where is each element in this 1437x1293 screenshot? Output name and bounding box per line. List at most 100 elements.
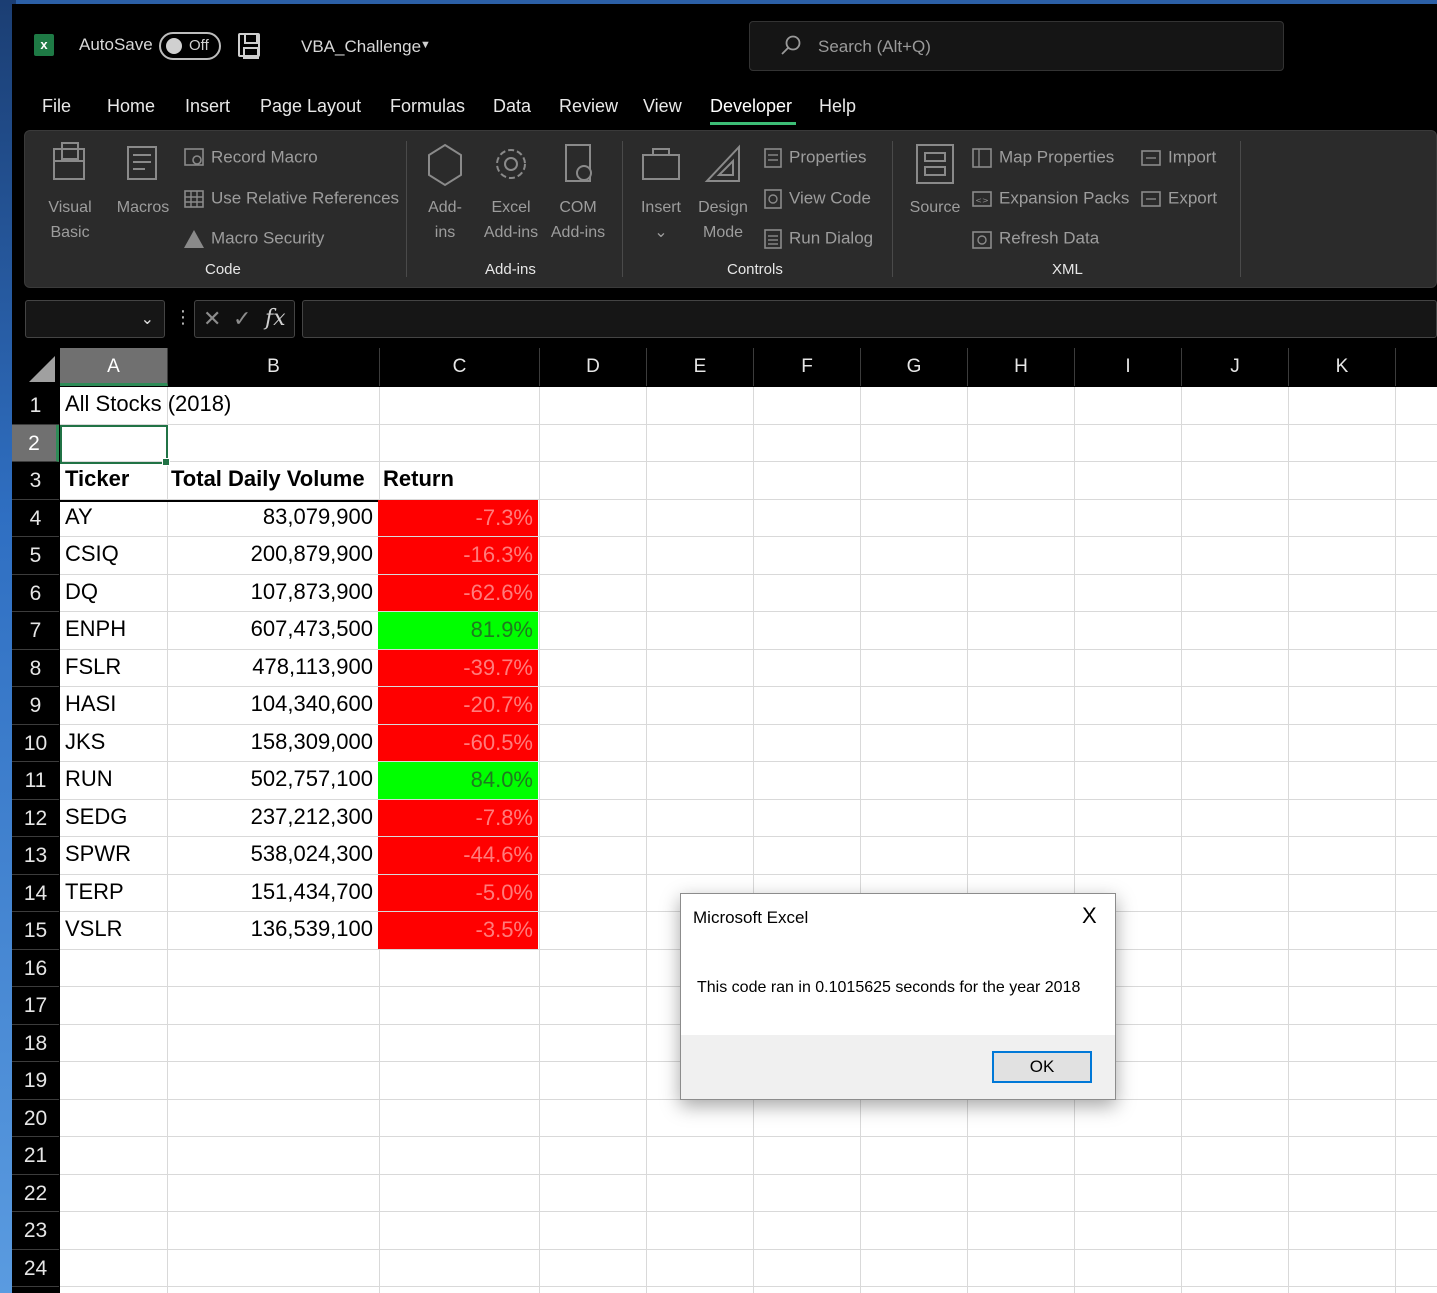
row-header-14[interactable]: 14 [12, 874, 59, 912]
name-box[interactable]: ⌄ [25, 300, 165, 338]
row-header-7[interactable]: 7 [12, 612, 59, 650]
cell-volume[interactable]: 478,113,900 [168, 654, 373, 680]
row-header-11[interactable]: 11 [12, 762, 59, 800]
cell-return[interactable]: 81.9% [378, 612, 538, 649]
header-ticker[interactable]: Ticker [65, 466, 129, 492]
chevron-down-icon[interactable]: ▼ [420, 39, 431, 51]
design-mode-button[interactable]: Design Mode [697, 141, 749, 245]
cell-ticker[interactable]: DQ [65, 579, 98, 605]
tab-view[interactable]: View [643, 96, 682, 117]
properties-button[interactable]: Properties [763, 147, 866, 169]
row-header-19[interactable]: 19 [12, 1062, 59, 1100]
tab-review[interactable]: Review [559, 96, 618, 117]
autosave-toggle[interactable]: Off [159, 32, 221, 60]
column-header-b[interactable]: B [168, 348, 380, 386]
cell-volume[interactable]: 136,539,100 [168, 916, 373, 942]
view-code-button[interactable]: View Code [763, 188, 871, 210]
row-header-18[interactable]: 18 [12, 1024, 59, 1062]
cell-ticker[interactable]: ENPH [65, 616, 126, 642]
column-header-h[interactable]: H [968, 348, 1075, 386]
record-macro-button[interactable]: Record Macro [183, 147, 318, 169]
map-properties-button[interactable]: Map Properties [971, 147, 1114, 169]
cell-ticker[interactable]: RUN [65, 766, 113, 792]
tab-home[interactable]: Home [107, 96, 155, 117]
cell-return[interactable]: -5.0% [378, 874, 538, 911]
tab-formulas[interactable]: Formulas [390, 96, 465, 117]
column-header-a[interactable]: A [60, 348, 168, 386]
row-header-21[interactable]: 21 [12, 1137, 59, 1175]
row-header-3[interactable]: 3 [12, 462, 59, 500]
import-button[interactable]: Import [1140, 147, 1216, 169]
cell-ticker[interactable]: VSLR [65, 916, 122, 942]
workbook-name[interactable]: VBA_Challenge [301, 37, 421, 57]
visual-basic-button[interactable]: Visual Basic [45, 141, 95, 245]
row-header-5[interactable]: 5 [12, 537, 59, 575]
cell-ticker[interactable]: HASI [65, 691, 116, 717]
formula-bar-resize-handle[interactable]: ⋮ [174, 307, 192, 328]
cell-volume[interactable]: 151,434,700 [168, 879, 373, 905]
source-button[interactable]: Source [905, 141, 965, 220]
cell-a1-title[interactable]: All Stocks (2018) [65, 391, 231, 417]
tab-data[interactable]: Data [493, 96, 531, 117]
row-header-24[interactable]: 24 [12, 1249, 59, 1287]
cell-ticker[interactable]: TERP [65, 879, 124, 905]
row-header-15[interactable]: 15 [12, 912, 59, 950]
enter-check-icon[interactable]: ✓ [233, 306, 251, 332]
cancel-icon[interactable]: ✕ [203, 306, 221, 332]
expansion-packs-button[interactable]: <> Expansion Packs [971, 188, 1129, 210]
cell-volume[interactable]: 104,340,600 [168, 691, 373, 717]
worksheet[interactable]: All Stocks (2018) Ticker Total Daily Vol… [60, 387, 1437, 1293]
cell-return[interactable]: -3.5% [378, 912, 538, 949]
chevron-down-icon[interactable]: ⌄ [141, 309, 154, 329]
save-icon[interactable] [238, 33, 260, 59]
active-cell-a2[interactable] [60, 425, 170, 466]
tab-insert[interactable]: Insert [185, 96, 230, 117]
column-header-c[interactable]: C [380, 348, 540, 386]
use-relative-references-button[interactable]: Use Relative References [183, 188, 399, 210]
tab-developer[interactable]: Developer [710, 96, 792, 117]
row-header-13[interactable]: 13 [12, 837, 59, 875]
column-header-f[interactable]: F [754, 348, 861, 386]
insert-control-button[interactable]: Insert ⌄ [635, 141, 687, 245]
cell-volume[interactable]: 237,212,300 [168, 804, 373, 830]
refresh-data-button[interactable]: Refresh Data [971, 228, 1099, 250]
macro-security-button[interactable]: Macro Security [183, 228, 324, 250]
run-dialog-button[interactable]: Run Dialog [763, 228, 873, 250]
column-header-k[interactable]: K [1289, 348, 1396, 386]
cell-ticker[interactable]: SPWR [65, 841, 131, 867]
row-header-16[interactable]: 16 [12, 949, 59, 987]
close-icon[interactable]: X [1082, 903, 1097, 929]
cell-return[interactable]: -62.6% [378, 574, 538, 611]
row-header-12[interactable]: 12 [12, 799, 59, 837]
cell-volume[interactable]: 158,309,000 [168, 729, 373, 755]
ok-button[interactable]: OK [992, 1051, 1092, 1083]
select-all-button[interactable] [12, 348, 59, 386]
row-header-1[interactable]: 1 [12, 387, 59, 425]
cell-volume[interactable]: 538,024,300 [168, 841, 373, 867]
add-ins-button[interactable]: Add- ins [420, 141, 470, 245]
cell-volume[interactable]: 502,757,100 [168, 766, 373, 792]
column-header-e[interactable]: E [647, 348, 754, 386]
com-add-ins-button[interactable]: COM Add-ins [547, 141, 609, 245]
cell-return[interactable]: -20.7% [378, 687, 538, 724]
cell-return[interactable]: -7.8% [378, 799, 538, 836]
header-volume[interactable]: Total Daily Volume [171, 466, 365, 492]
cell-volume[interactable]: 83,079,900 [168, 504, 373, 530]
row-header-22[interactable]: 22 [12, 1174, 59, 1212]
cell-volume[interactable]: 200,879,900 [168, 541, 373, 567]
insert-function-icon[interactable]: fx [265, 306, 286, 331]
cell-return[interactable]: -44.6% [378, 837, 538, 874]
row-header-6[interactable]: 6 [12, 574, 59, 612]
cell-ticker[interactable]: AY [65, 504, 93, 530]
row-header-23[interactable]: 23 [12, 1212, 59, 1250]
row-header-10[interactable]: 10 [12, 724, 59, 762]
column-header-j[interactable]: J [1182, 348, 1289, 386]
cell-return[interactable]: 84.0% [378, 762, 538, 799]
cell-ticker[interactable]: SEDG [65, 804, 127, 830]
cell-ticker[interactable]: CSIQ [65, 541, 119, 567]
search-box[interactable]: Search (Alt+Q) [749, 21, 1284, 71]
row-header-4[interactable]: 4 [12, 499, 59, 537]
export-button[interactable]: Export [1140, 188, 1217, 210]
row-header-2[interactable]: 2 [12, 424, 59, 462]
column-header-i[interactable]: I [1075, 348, 1182, 386]
